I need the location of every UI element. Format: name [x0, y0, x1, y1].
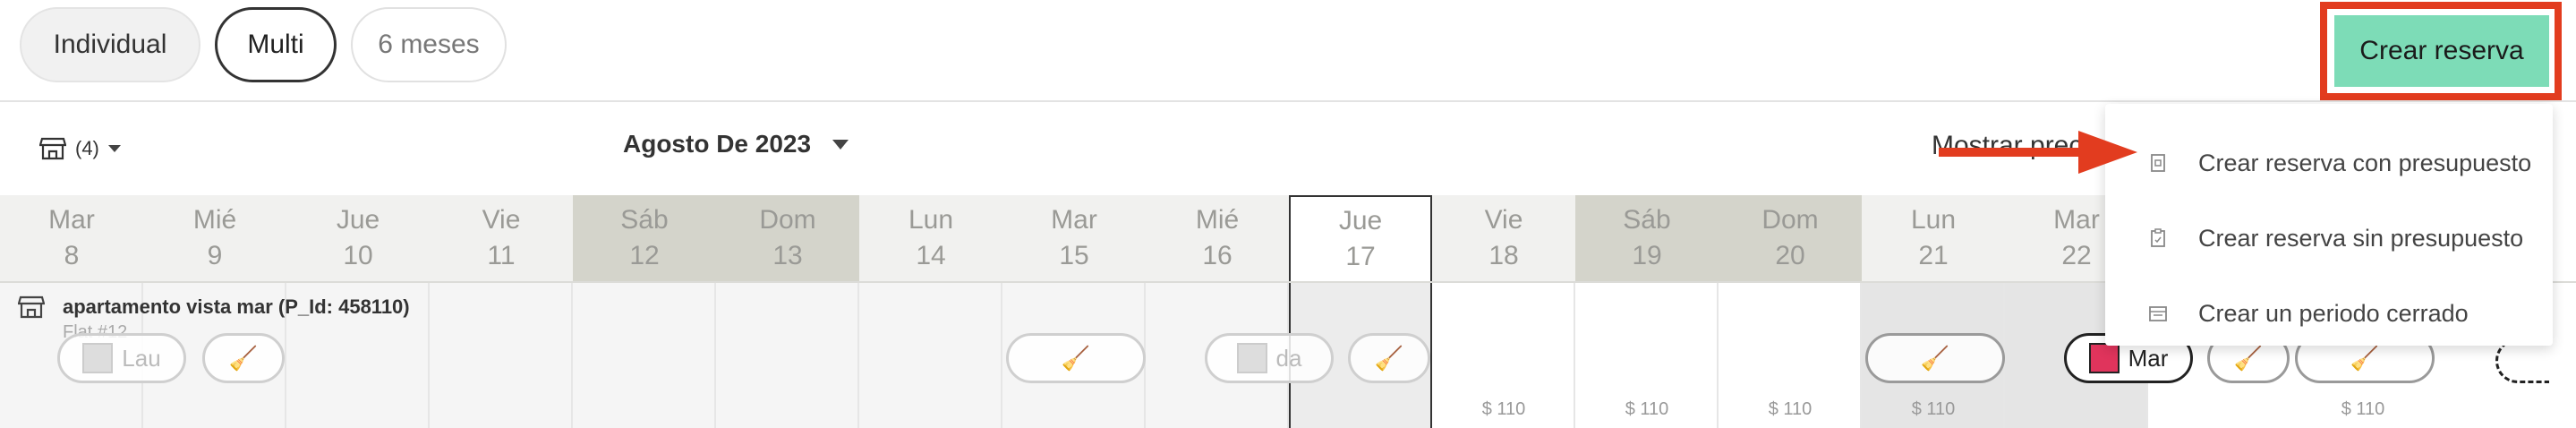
- day-number: 20: [1775, 241, 1805, 270]
- property-count: (4): [75, 137, 99, 159]
- day-number: 15: [1059, 241, 1089, 270]
- day-price: $ 110: [1768, 399, 1813, 419]
- property-name[interactable]: apartamento vista mar (P_Id: 458110): [63, 295, 410, 319]
- weekday-label: Jue: [1338, 206, 1383, 235]
- booking-icon: [2088, 343, 2120, 373]
- booking-label: da: [1275, 344, 1302, 372]
- day-cell[interactable]: [859, 283, 1002, 428]
- day-header: Lun 21: [1862, 195, 2005, 281]
- weekday-label: Sáb: [620, 205, 669, 235]
- weekday-label: Dom: [759, 205, 816, 235]
- cleaning-task[interactable]: 🧹: [202, 333, 285, 383]
- weekday-label: Sáb: [1623, 205, 1671, 235]
- day-header: Mié 16: [1146, 195, 1289, 281]
- weekday-label: Mar: [1051, 205, 1097, 235]
- day-number: 8: [64, 241, 80, 270]
- broom-icon: 🧹: [2233, 345, 2264, 372]
- booking-da[interactable]: da: [1205, 333, 1334, 383]
- document-icon: [2151, 154, 2165, 172]
- day-header: Sáb 12: [573, 195, 716, 281]
- day-header: Jue 10: [286, 195, 430, 281]
- day-price: $ 110: [1481, 399, 1526, 419]
- day-number: 10: [343, 241, 373, 270]
- booking-label: Mar: [2128, 344, 2169, 372]
- day-number: 22: [2061, 241, 2092, 270]
- day-header: Vie 18: [1432, 195, 1575, 281]
- view-6-months-button[interactable]: 6 meses: [351, 7, 507, 82]
- day-price: $ 110: [1625, 399, 1669, 419]
- weekday-label: Mié: [192, 205, 237, 235]
- day-number: 21: [1918, 241, 1949, 270]
- day-cell[interactable]: [573, 283, 716, 428]
- broom-icon: 🧹: [1061, 345, 1091, 372]
- weekday-label: Mié: [1195, 205, 1240, 235]
- menu-item-closed-period[interactable]: Crear un periodo cerrado: [2105, 287, 2553, 340]
- menu-item-label: Crear reserva con presupuesto: [2198, 149, 2532, 176]
- store-icon: [39, 137, 66, 160]
- day-header: Lun 14: [859, 195, 1002, 281]
- cleaning-task[interactable]: 🧹: [1865, 333, 2005, 383]
- weekday-label: Lun: [1910, 205, 1957, 235]
- broom-icon: 🧹: [1374, 345, 1404, 372]
- toolbar-divider: [0, 100, 2576, 102]
- chevron-down-icon: [107, 145, 121, 152]
- day-number: 17: [1345, 242, 1376, 271]
- menu-item-without-budget[interactable]: Crear reserva sin presupuesto: [2105, 211, 2553, 265]
- weekday-label: Mar: [48, 205, 95, 235]
- weekday-label: Dom: [1761, 205, 1819, 235]
- menu-item-label: Crear un periodo cerrado: [2198, 299, 2469, 327]
- calendar-icon: [2149, 306, 2167, 321]
- day-header: Mar 8: [0, 195, 143, 281]
- menu-item-label: Crear reserva sin presupuesto: [2198, 224, 2524, 252]
- day-number: 18: [1488, 241, 1519, 270]
- store-icon: [18, 295, 45, 319]
- create-reservation-menu: Crear reserva con presupuesto Crear rese…: [2105, 104, 2553, 346]
- booking-icon: [82, 343, 114, 373]
- annotation-arrow-icon: [1939, 131, 2137, 174]
- property-filter[interactable]: (4): [39, 134, 121, 163]
- weekday-label: Jue: [336, 205, 380, 235]
- clipboard-icon: [2151, 228, 2165, 247]
- broom-icon: 🧹: [228, 345, 259, 372]
- month-label: Agosto De 2023: [623, 130, 812, 158]
- day-number: 16: [1202, 241, 1233, 270]
- day-header: Vie 11: [430, 195, 573, 281]
- view-multi-button[interactable]: Multi: [215, 7, 337, 82]
- broom-icon: 🧹: [2350, 345, 2380, 372]
- day-price: $ 110: [1911, 399, 1956, 419]
- booking-icon: [1236, 343, 1267, 373]
- weekday-label: Lun: [908, 205, 954, 235]
- day-header: Mié 9: [143, 195, 286, 281]
- booking-label: Lau: [122, 344, 161, 372]
- weekday-label: Mar: [2053, 205, 2100, 235]
- chevron-down-icon: [832, 139, 849, 150]
- day-price: $ 110: [2341, 399, 2385, 419]
- broom-icon: 🧹: [1920, 345, 1950, 372]
- day-cell[interactable]: [716, 283, 859, 428]
- create-reservation-button[interactable]: Crear reserva: [2334, 15, 2549, 87]
- day-number: 12: [629, 241, 660, 270]
- day-header: Jue 17: [1289, 195, 1432, 281]
- weekday-label: Vie: [482, 205, 521, 235]
- day-cell[interactable]: [430, 283, 573, 428]
- month-selector[interactable]: Agosto De 2023: [623, 130, 849, 158]
- cleaning-task[interactable]: 🧹: [1006, 333, 1146, 383]
- day-number: 19: [1632, 241, 1662, 270]
- day-number: 11: [487, 241, 516, 270]
- day-number: 9: [207, 241, 223, 270]
- day-header: Dom 20: [1719, 195, 1862, 281]
- day-number: 13: [772, 241, 803, 270]
- day-header: Sáb 19: [1575, 195, 1719, 281]
- weekday-label: Vie: [1484, 205, 1523, 235]
- day-header: Dom 13: [716, 195, 859, 281]
- booking-lau[interactable]: Lau: [57, 333, 186, 383]
- view-individual-button[interactable]: Individual: [20, 7, 200, 82]
- menu-item-with-budget[interactable]: Crear reserva con presupuesto: [2105, 136, 2553, 190]
- day-number: 14: [916, 241, 946, 270]
- cleaning-task[interactable]: 🧹: [1348, 333, 1430, 383]
- day-header: Mar 15: [1002, 195, 1146, 281]
